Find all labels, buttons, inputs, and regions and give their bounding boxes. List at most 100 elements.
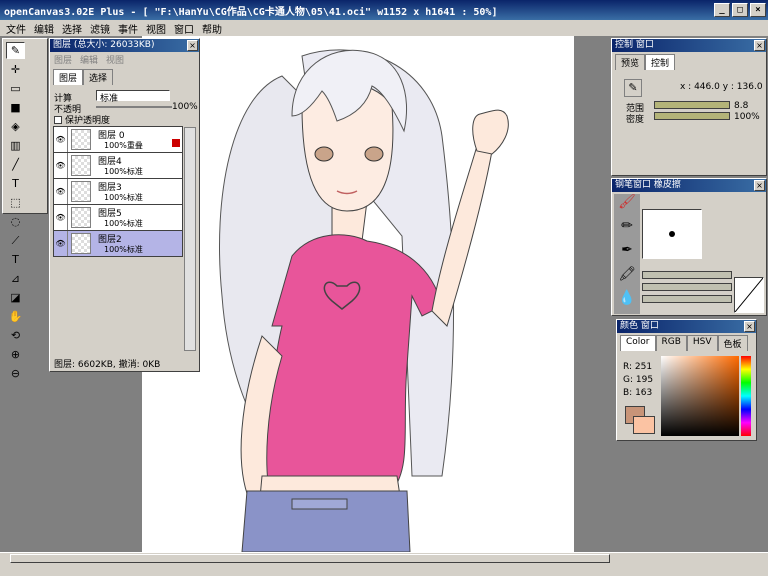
layers-scrollbar[interactable] bbox=[184, 127, 196, 351]
tab-preview[interactable]: 预览 bbox=[615, 54, 646, 70]
fill-rect-tool-icon[interactable]: ■ bbox=[6, 99, 25, 116]
submenu-edit[interactable]: 编辑 bbox=[80, 53, 98, 66]
menu-view[interactable]: 视图 bbox=[146, 21, 166, 36]
menu-bar: 文件 编辑 选择 滤镜 事件 视图 窗口 帮助 bbox=[0, 20, 768, 36]
pencil-preset-icon[interactable]: ✏ bbox=[614, 218, 640, 242]
eye-icon[interactable]: 👁 bbox=[54, 205, 68, 230]
tab-hsv[interactable]: HSV bbox=[686, 335, 718, 351]
wand-icon[interactable]: ⟋ bbox=[6, 232, 25, 249]
density-slider[interactable] bbox=[654, 112, 730, 120]
tab-control[interactable]: 控制 bbox=[645, 54, 676, 70]
menu-edit[interactable]: 编辑 bbox=[34, 21, 54, 36]
pen-tool-icon[interactable]: ✎ bbox=[6, 42, 25, 59]
protect-checkbox[interactable] bbox=[54, 115, 62, 124]
protect-transparency[interactable]: 保护透明度 bbox=[54, 113, 110, 126]
layers-submenu: 图层 编辑 视图 bbox=[50, 52, 199, 67]
lock-icon bbox=[172, 139, 180, 147]
menu-filter[interactable]: 滤镜 bbox=[90, 21, 110, 36]
maximize-button[interactable]: □ bbox=[732, 3, 748, 17]
saturation-value-picker[interactable] bbox=[661, 356, 739, 436]
hand-icon[interactable]: ✋ bbox=[6, 308, 25, 325]
layer-mode: 100%标准 bbox=[104, 219, 143, 228]
anime-girl-illustration bbox=[219, 49, 509, 552]
horizontal-scrollbar[interactable] bbox=[0, 552, 768, 564]
layer-mode: 100%标准 bbox=[104, 245, 143, 254]
transform-icon[interactable]: ◪ bbox=[6, 289, 25, 306]
submenu-layer[interactable]: 图层 bbox=[54, 53, 72, 66]
control-panel-title: 控制 窗口 × bbox=[612, 39, 766, 52]
tab-color[interactable]: Color bbox=[620, 335, 656, 351]
scroll-thumb[interactable] bbox=[10, 554, 610, 563]
protect-label: 保护透明度 bbox=[65, 116, 111, 126]
blend-mode-select[interactable]: 标准 bbox=[96, 90, 170, 104]
bucket-tool-icon[interactable]: ◈ bbox=[6, 118, 25, 135]
close-icon[interactable]: × bbox=[744, 321, 755, 332]
control-tabs: 预览 控制 bbox=[612, 52, 766, 70]
layer-row[interactable]: 👁 图层 0 100%重叠 bbox=[53, 127, 183, 153]
status-bar bbox=[0, 564, 768, 576]
window-title: openCanvas3.02E Plus - [ "F:\HanYu\CG作品\… bbox=[4, 6, 498, 18]
density-value: 100% bbox=[734, 112, 760, 122]
range-slider[interactable] bbox=[654, 101, 730, 109]
move-tool-icon[interactable]: ✛ bbox=[6, 61, 25, 78]
eye-icon[interactable]: 👁 bbox=[54, 153, 68, 178]
airbrush-preset-icon[interactable]: ✒ bbox=[614, 242, 640, 266]
hue-slider[interactable] bbox=[741, 356, 751, 436]
close-icon[interactable]: × bbox=[754, 40, 765, 51]
close-icon[interactable]: × bbox=[187, 40, 198, 51]
pressure-curve[interactable] bbox=[734, 277, 764, 313]
control-panel: 控制 窗口 × 预览 控制 ✎ x : 446.0 y : 136.0 范围 8.… bbox=[611, 38, 767, 176]
rect-tool-icon[interactable]: ▭ bbox=[6, 80, 25, 97]
brush-preset-icon[interactable]: 🖌 bbox=[614, 194, 640, 218]
color-panel: 颜色 窗口 × Color RGB HSV 色板 R: 251 G: 195 B:… bbox=[616, 319, 757, 441]
layer-thumbnail bbox=[71, 233, 91, 254]
text-tool-icon[interactable]: T bbox=[6, 175, 25, 192]
tab-selection[interactable]: 选择 bbox=[83, 69, 114, 85]
drawing-canvas[interactable] bbox=[142, 36, 574, 552]
menu-help[interactable]: 帮助 bbox=[202, 21, 222, 36]
zoom-out-icon[interactable]: ⊖ bbox=[6, 365, 25, 382]
layers-panel: 图层 (总大小: 26033KB) × 图层 编辑 视图 图层 选择 计算 标准 … bbox=[49, 38, 200, 372]
tab-rgb[interactable]: RGB bbox=[655, 335, 687, 351]
menu-event[interactable]: 事件 bbox=[118, 21, 138, 36]
eye-icon[interactable]: 👁 bbox=[54, 231, 68, 256]
close-button[interactable]: × bbox=[750, 3, 766, 17]
lasso-icon[interactable]: ◌ bbox=[6, 213, 25, 230]
tab-layers[interactable]: 图层 bbox=[53, 69, 84, 85]
menu-select[interactable]: 选择 bbox=[62, 21, 82, 36]
brush-presets[interactable]: 🖌 ✏ ✒ 🖍 💧 bbox=[614, 194, 640, 314]
menu-window[interactable]: 窗口 bbox=[174, 21, 194, 36]
opacity-slider[interactable] bbox=[96, 106, 172, 108]
layer-thumbnail bbox=[71, 207, 91, 228]
brush-slider[interactable] bbox=[642, 271, 732, 279]
layer-row[interactable]: 👁 图层5 100%标准 bbox=[53, 205, 183, 231]
submenu-view[interactable]: 视图 bbox=[106, 53, 124, 66]
minimize-button[interactable]: _ bbox=[714, 3, 730, 17]
foreground-color-swatch[interactable] bbox=[633, 416, 655, 434]
menu-file[interactable]: 文件 bbox=[6, 21, 26, 36]
rotate-icon[interactable]: ⟲ bbox=[6, 327, 25, 344]
color-panel-title: 颜色 窗口 × bbox=[617, 320, 756, 333]
layer-thumbnail bbox=[71, 181, 91, 202]
select-rect-icon[interactable]: ⬚ bbox=[6, 194, 25, 211]
brush-slider[interactable] bbox=[642, 295, 732, 303]
line-tool-icon[interactable]: ╱ bbox=[6, 156, 25, 173]
brush-slider[interactable] bbox=[642, 283, 732, 291]
eye-icon[interactable]: 👁 bbox=[54, 127, 68, 152]
color-title-text: 颜色 窗口 bbox=[620, 321, 659, 331]
layer-row[interactable]: 👁 图层4 100%标准 bbox=[53, 153, 183, 179]
brush-dot bbox=[669, 231, 675, 237]
pen-icon: ✎ bbox=[624, 79, 642, 97]
layers-status: 图层: 6602KB, 撤消: 0KB bbox=[54, 360, 161, 370]
gradient-tool-icon[interactable]: ▥ bbox=[6, 137, 25, 154]
tab-swatches[interactable]: 色板 bbox=[717, 335, 748, 351]
layer-row[interactable]: 👁 图层3 100%标准 bbox=[53, 179, 183, 205]
eyedropper-icon[interactable]: ⊿ bbox=[6, 270, 25, 287]
water-preset-icon[interactable]: 💧 bbox=[614, 290, 640, 314]
close-icon[interactable]: × bbox=[754, 180, 765, 191]
layer-row-selected[interactable]: 👁 图层2 100%标准 bbox=[53, 231, 183, 257]
eye-icon[interactable]: 👁 bbox=[54, 179, 68, 204]
text-select-icon[interactable]: T bbox=[6, 251, 25, 268]
zoom-in-icon[interactable]: ⊕ bbox=[6, 346, 25, 363]
marker-preset-icon[interactable]: 🖍 bbox=[614, 266, 640, 290]
